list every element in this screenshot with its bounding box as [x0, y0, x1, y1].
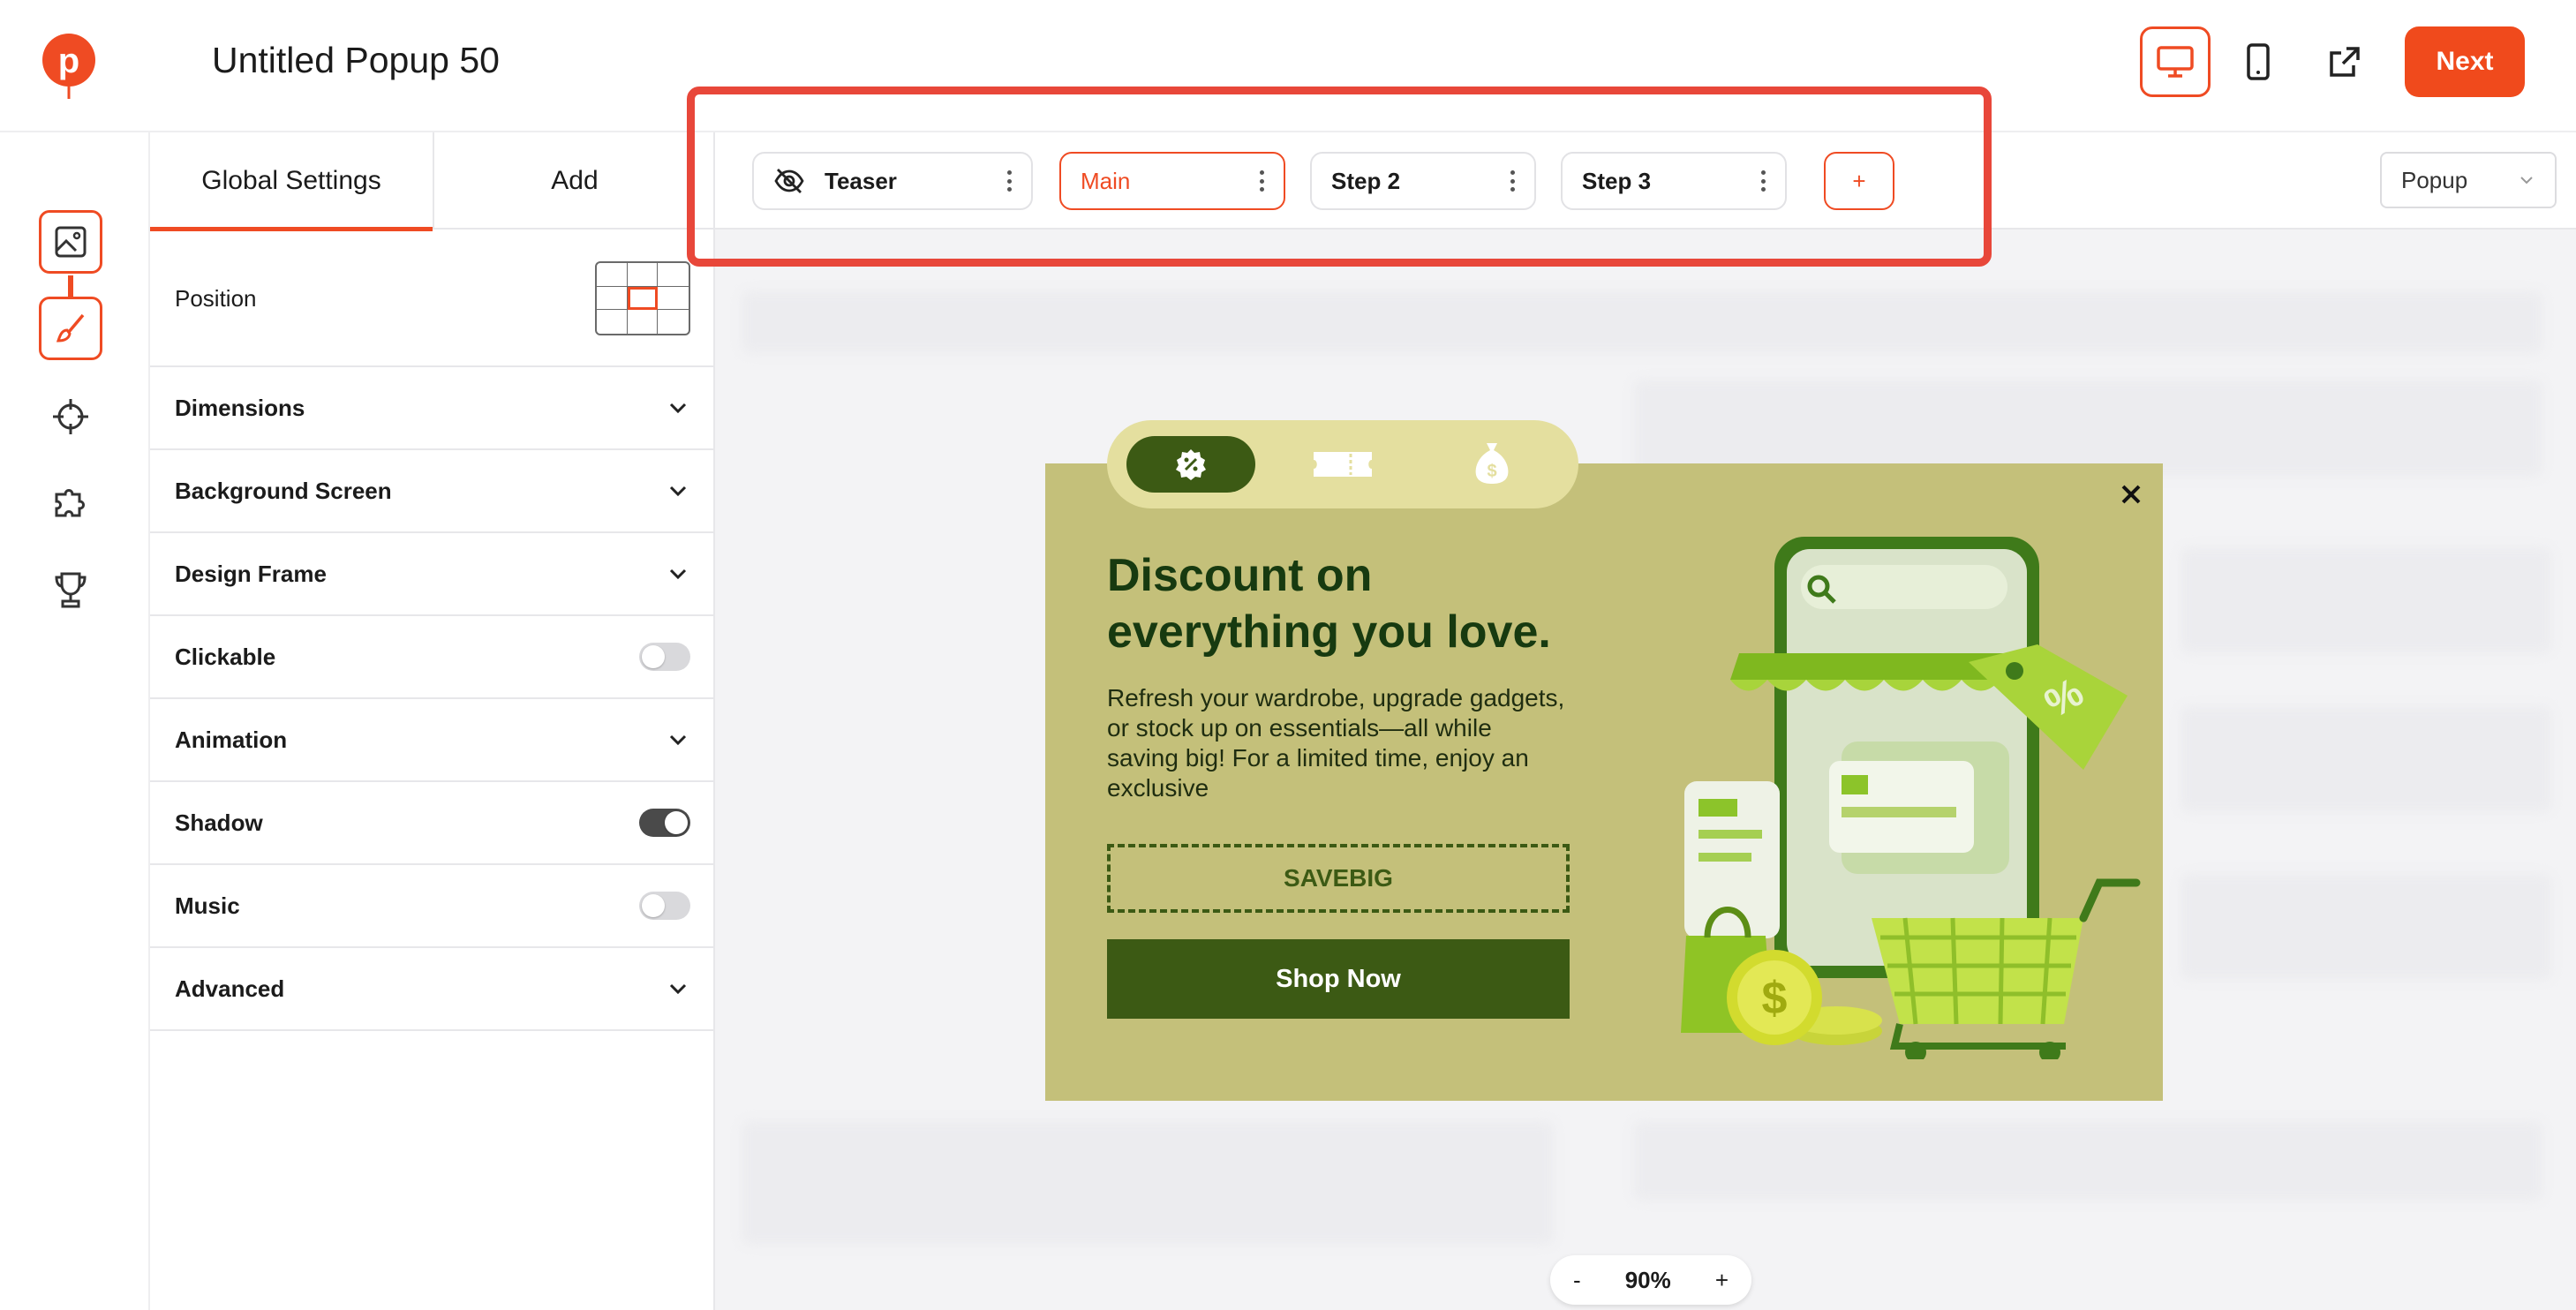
svg-text:$: $ — [1487, 462, 1496, 481]
background-screen-label: Background Screen — [175, 477, 392, 504]
music-label: Music — [175, 892, 240, 919]
music-row: Music — [150, 865, 715, 948]
shadow-toggle[interactable] — [639, 809, 690, 837]
rail-content-button[interactable] — [39, 210, 102, 274]
settings-panel: Global Settings Add Position Dimensions … — [150, 132, 715, 1310]
zoom-control: - 90% + — [1550, 1255, 1751, 1305]
coupon-code[interactable]: SAVEBIG — [1107, 844, 1570, 913]
music-toggle[interactable] — [639, 892, 690, 920]
dimensions-label: Dimensions — [175, 394, 305, 421]
popup-heading[interactable]: Discount on everything you love. — [1107, 547, 1601, 660]
design-frame-row[interactable]: Design Frame — [150, 533, 715, 616]
shadow-label: Shadow — [175, 809, 263, 836]
position-picker[interactable] — [595, 261, 690, 335]
desktop-icon — [2157, 46, 2194, 78]
background-placeholder — [1633, 380, 2542, 477]
advanced-label: Advanced — [175, 975, 285, 1002]
chevron-down-icon — [669, 568, 687, 580]
advanced-row[interactable]: Advanced — [150, 948, 715, 1031]
zoom-in-button[interactable]: + — [1715, 1267, 1729, 1294]
chevron-down-icon — [669, 734, 687, 746]
background-placeholder — [2181, 874, 2551, 980]
clickable-row: Clickable — [150, 616, 715, 699]
trophy-icon — [55, 572, 87, 608]
chevron-down-icon — [669, 486, 687, 497]
shopping-illustration: % $ — [1668, 530, 2154, 1063]
rail-targeting-button[interactable] — [39, 385, 102, 448]
external-link-icon — [2330, 47, 2360, 77]
position-label: Position — [175, 284, 257, 312]
next-button[interactable]: Next — [2405, 26, 2525, 97]
popup-tab-discount[interactable] — [1126, 436, 1255, 493]
background-placeholder — [2181, 706, 2551, 812]
panel-tabs: Global Settings Add — [150, 132, 715, 231]
background-screen-row[interactable]: Background Screen — [150, 450, 715, 533]
popup-type-select[interactable]: Popup — [2380, 152, 2557, 208]
background-placeholder — [742, 1121, 1554, 1245]
steps-highlight-annotation — [687, 87, 1992, 267]
clickable-label: Clickable — [175, 643, 276, 670]
popup-type-value: Popup — [2401, 166, 2468, 193]
background-placeholder — [2181, 547, 2551, 653]
popup-tab-money[interactable]: $ — [1473, 440, 1511, 486]
animation-row[interactable]: Animation — [150, 699, 715, 782]
position-row: Position — [150, 231, 715, 367]
brush-icon — [56, 313, 85, 343]
background-placeholder — [742, 291, 2542, 353]
popup-tab-coupon[interactable] — [1312, 448, 1374, 480]
shop-now-button[interactable]: Shop Now — [1107, 939, 1570, 1019]
zoom-level: 90% — [1624, 1266, 1671, 1293]
rail-integrations-button[interactable] — [39, 471, 102, 535]
desktop-view-button[interactable] — [2140, 26, 2211, 97]
rail-connector — [68, 275, 73, 298]
popup-body-text[interactable]: Refresh your wardrobe, upgrade gadgets, … — [1107, 683, 1566, 803]
svg-text:$: $ — [1762, 973, 1788, 1024]
puzzle-icon — [55, 489, 85, 517]
image-icon — [55, 226, 87, 258]
rail-design-button[interactable] — [39, 297, 102, 360]
chevron-down-icon — [669, 983, 687, 995]
design-frame-label: Design Frame — [175, 560, 327, 587]
left-rail — [0, 132, 150, 1310]
mobile-icon — [2247, 43, 2270, 80]
money-bag-icon: $ — [1475, 443, 1509, 484]
chevron-down-icon — [2520, 177, 2533, 184]
shadow-row: Shadow — [150, 782, 715, 865]
close-icon — [2121, 485, 2141, 504]
animation-label: Animation — [175, 726, 288, 753]
rail-goals-button[interactable] — [39, 558, 102, 621]
background-placeholder — [1633, 1121, 2542, 1201]
dimensions-row[interactable]: Dimensions — [150, 367, 715, 450]
mobile-view-button[interactable] — [2223, 26, 2294, 97]
clickable-toggle[interactable] — [639, 643, 690, 671]
popup-close-button[interactable] — [2115, 478, 2147, 510]
target-icon — [53, 399, 88, 434]
tab-global-settings[interactable]: Global Settings — [150, 132, 433, 231]
ticket-icon — [1314, 452, 1372, 477]
tab-add[interactable]: Add — [433, 132, 715, 230]
svg-text:p: p — [58, 41, 79, 80]
app-logo[interactable]: p — [41, 32, 97, 102]
preview-button[interactable] — [2309, 26, 2380, 97]
discount-badge-icon — [1176, 449, 1206, 480]
page-title[interactable]: Untitled Popup 50 — [212, 35, 500, 85]
zoom-out-button[interactable]: - — [1573, 1267, 1581, 1294]
chevron-down-icon — [669, 403, 687, 414]
